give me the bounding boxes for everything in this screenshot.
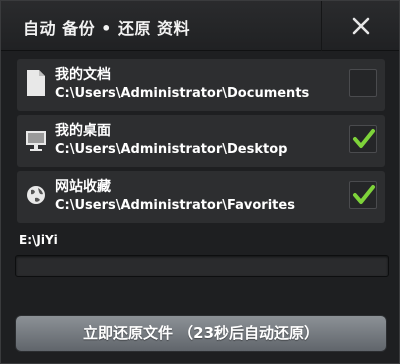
window-title: 自动 备份 • 还原 资料 — [23, 19, 191, 38]
checkmark-icon — [353, 185, 375, 204]
checkbox-desktop[interactable] — [349, 125, 377, 153]
item-path: C:\Users\Administrator\Favorites — [55, 198, 295, 213]
item-path: C:\Users\Administrator\Documents — [55, 86, 310, 101]
backup-item-documents[interactable]: 我的文档 C:\Users\Administrator\Documents — [17, 59, 385, 111]
item-path: C:\Users\Administrator\Desktop — [55, 142, 288, 157]
document-icon — [27, 70, 45, 96]
progress-bar — [15, 255, 389, 277]
close-icon — [352, 17, 370, 35]
checkbox-documents[interactable] — [349, 69, 377, 97]
item-name: 我的桌面 — [55, 123, 111, 139]
backup-item-favorites[interactable]: 网站收藏 C:\Users\Administrator\Favorites — [17, 171, 385, 223]
monitor-icon — [26, 131, 46, 151]
checkmark-icon — [353, 129, 375, 148]
checkbox-favorites[interactable] — [349, 181, 377, 209]
globe-icon — [27, 186, 45, 204]
destination-path: E:\JiYi — [19, 233, 58, 247]
restore-now-button[interactable]: 立即还原文件 （23秒后自动还原） — [15, 315, 387, 352]
item-name: 我的文档 — [55, 67, 111, 83]
item-name: 网站收藏 — [55, 179, 111, 195]
restore-dialog: 自动 备份 • 还原 资料 我的文档 C:\Users\Administrato… — [0, 0, 400, 364]
title-bar: 自动 备份 • 还原 资料 — [1, 1, 399, 51]
close-button[interactable] — [321, 1, 399, 51]
backup-item-desktop[interactable]: 我的桌面 C:\Users\Administrator\Desktop — [17, 115, 385, 167]
